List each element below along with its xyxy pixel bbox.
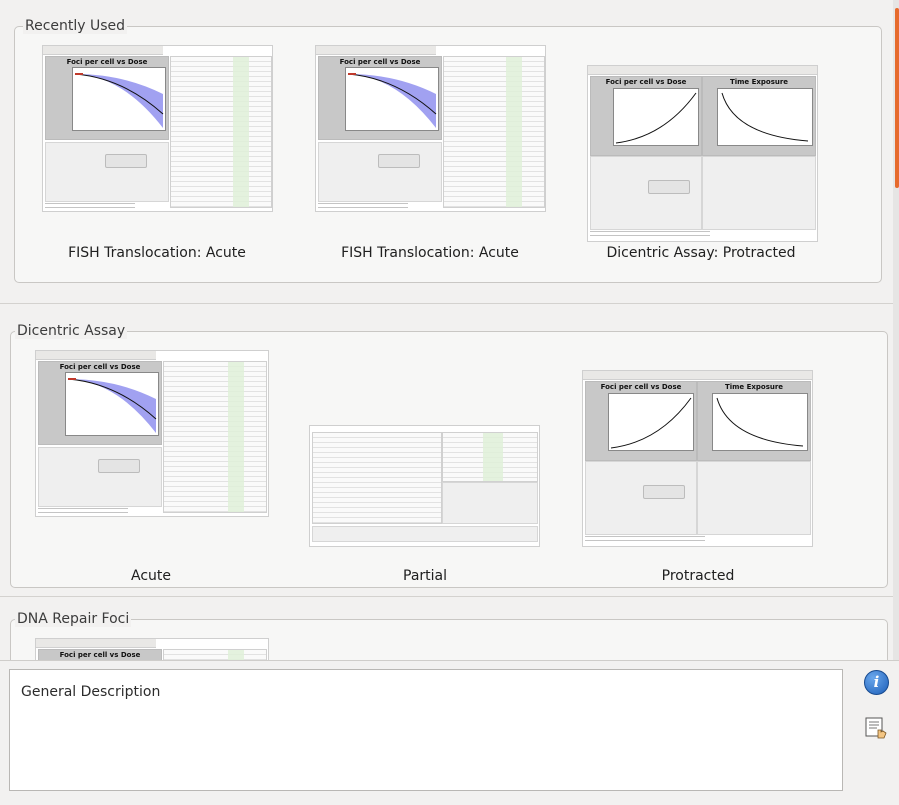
dicentric-card-protracted-thumbnail[interactable]: Foci per cell vs Dose Time Exposure [582,370,813,547]
time-exposure-title: Time Exposure [724,383,784,391]
foci-dose-curve [608,393,694,451]
foci-card-1[interactable]: Foci per cell vs Dose [35,638,269,660]
recent-card-1-label[interactable]: FISH Translocation: Acute [41,245,273,261]
recent-card-2-thumbnail[interactable]: Foci per cell vs Dose [315,45,546,212]
dicentric-assay-group: Dicentric Assay Foci per cell vs Dose Ac… [10,323,888,588]
foci-dose-curve [613,88,699,146]
dicentric-card-partial[interactable]: Partial [309,350,541,584]
section-separator [0,596,893,597]
recent-card-1[interactable]: Foci per cell vs Dose FISH Translocation… [41,45,273,265]
recently-used-title: Recently Used [23,18,128,34]
dicentric-card-protracted-label[interactable]: Protracted [582,568,814,584]
foci-plot-title: Foci per cell vs Dose [605,78,687,86]
foci-card-1-thumbnail[interactable]: Foci per cell vs Dose [35,638,269,660]
foci-plot-title: Foci per cell vs Dose [600,383,682,391]
foci-plot-title: Foci per cell vs Dose [59,651,141,659]
foci-plot-title: Foci per cell vs Dose [339,58,421,66]
manual-icon[interactable] [864,716,888,740]
recent-card-1-thumbnail[interactable]: Foci per cell vs Dose [42,45,273,212]
time-exposure-curve [717,88,813,146]
recent-card-3-thumbnail[interactable]: Foci per cell vs Dose Time Exposure [587,65,818,242]
dicentric-card-protracted[interactable]: Foci per cell vs Dose Time Exposure Prot… [582,350,814,584]
dicentric-assay-title: Dicentric Assay [15,323,128,339]
general-description-title: General Description [21,684,161,700]
time-exposure-curve [712,393,808,451]
foci-dose-curve [72,67,166,131]
scrollbar-thumb[interactable] [895,8,899,188]
foci-dose-curve [345,67,439,131]
dna-repair-foci-title: DNA Repair Foci [15,611,132,627]
dicentric-card-partial-thumbnail[interactable] [309,425,540,547]
foci-plot-title: Foci per cell vs Dose [59,363,141,371]
recent-card-2-label[interactable]: FISH Translocation: Acute [314,245,546,261]
recent-card-3-label[interactable]: Dicentric Assay: Protracted [583,245,819,261]
description-panel: General Description [0,660,899,805]
model-gallery: Recently Used Foci per cell vs Dose FISH… [0,0,899,660]
foci-plot-title: Foci per cell vs Dose [66,58,148,66]
recent-card-3[interactable]: Foci per cell vs Dose Time Exposure Dice… [583,45,819,265]
recently-used-group: Recently Used Foci per cell vs Dose FISH… [14,18,882,283]
dna-repair-foci-group: DNA Repair Foci Foci per cell vs Dose [10,611,888,660]
info-icon[interactable]: i [864,670,889,695]
general-description-box[interactable]: General Description [9,669,843,791]
foci-dose-curve [65,372,159,436]
recent-card-2[interactable]: Foci per cell vs Dose FISH Translocation… [314,45,546,265]
dicentric-card-partial-label[interactable]: Partial [309,568,541,584]
section-separator [0,303,893,304]
dicentric-card-acute-thumbnail[interactable]: Foci per cell vs Dose [35,350,269,517]
dicentric-card-acute[interactable]: Foci per cell vs Dose Acute [35,350,269,584]
vertical-scrollbar[interactable] [893,0,899,660]
dicentric-card-acute-label[interactable]: Acute [35,568,267,584]
time-exposure-title: Time Exposure [729,78,789,86]
